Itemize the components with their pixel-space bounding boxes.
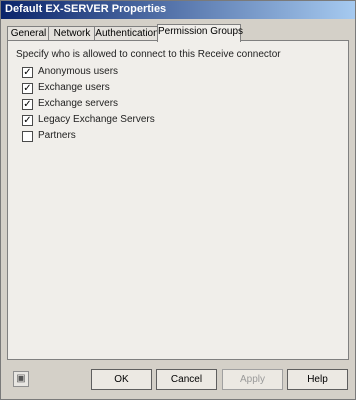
anonymous-users-checkbox[interactable]: ✓ (22, 67, 33, 78)
properties-dialog: Default EX-SERVER Properties General Net… (0, 0, 356, 400)
legacy-exchange-servers-checkbox[interactable]: ✓ (22, 115, 33, 126)
permission-groups-panel: Specify who is allowed to connect to thi… (7, 40, 349, 360)
exchange-users-label: Exchange users (38, 82, 110, 93)
apply-button[interactable]: Apply (222, 369, 283, 390)
ok-button[interactable]: OK (91, 369, 152, 390)
dialog-icon: ▣ (13, 371, 29, 387)
exchange-servers-label: Exchange servers (38, 98, 119, 109)
tab-authentication[interactable]: Authentication (94, 26, 160, 41)
anonymous-users-label: Anonymous users (38, 66, 119, 77)
window-title: Default EX-SERVER Properties (5, 3, 167, 15)
help-button[interactable]: Help (287, 369, 348, 390)
legacy-exchange-servers-label: Legacy Exchange Servers (38, 114, 155, 125)
partners-label: Partners (38, 130, 76, 141)
title-bar: Default EX-SERVER Properties (1, 1, 355, 19)
partners-checkbox[interactable] (22, 131, 33, 142)
tab-permission-groups[interactable]: Permission Groups (157, 24, 243, 42)
cancel-button[interactable]: Cancel (156, 369, 217, 390)
exchange-servers-checkbox[interactable]: ✓ (22, 99, 33, 110)
exchange-users-checkbox[interactable]: ✓ (22, 83, 33, 94)
tab-network[interactable]: Network (48, 26, 96, 41)
tab-general[interactable]: General (7, 26, 50, 41)
permission-intro-text: Specify who is allowed to connect to thi… (16, 49, 281, 60)
